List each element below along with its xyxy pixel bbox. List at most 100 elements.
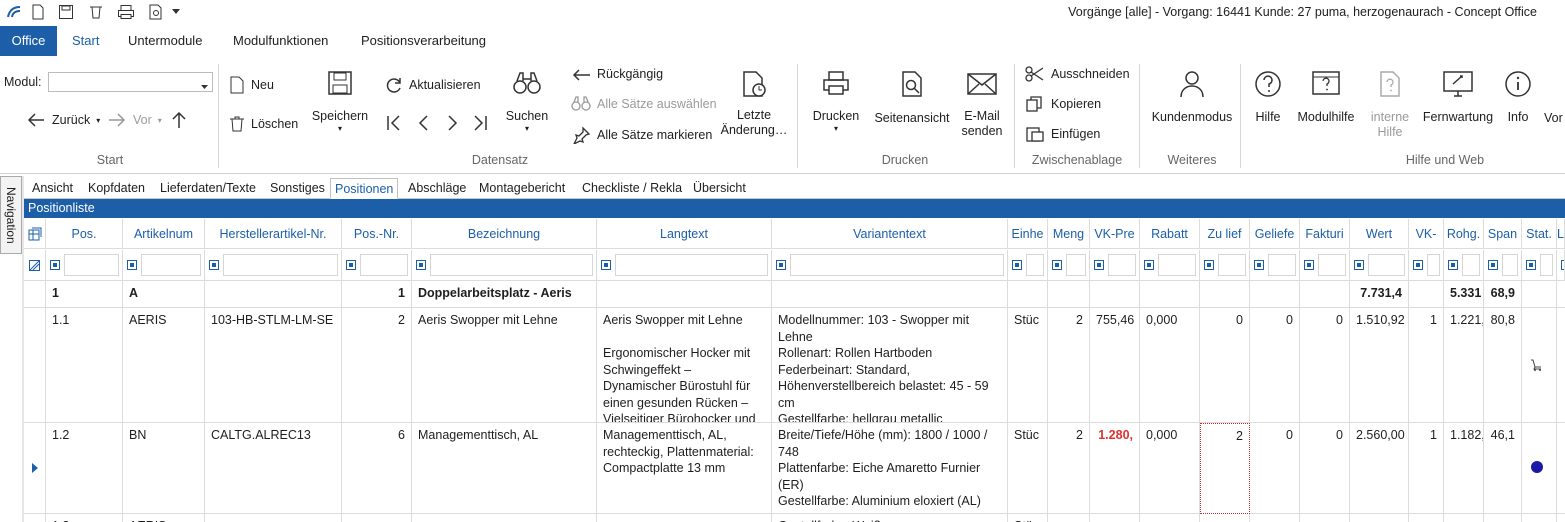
filter-input[interactable] xyxy=(141,254,201,276)
tab-sonstiges[interactable]: Sonstiges xyxy=(266,178,329,199)
copy-button[interactable]: Kopieren xyxy=(1025,96,1101,112)
grid-cell-pos-nr[interactable]: 6 xyxy=(342,423,412,514)
filter-input[interactable] xyxy=(1502,254,1518,276)
filter-operator-icon[interactable] xyxy=(127,260,137,270)
search-button[interactable]: Suchen ▾ xyxy=(502,70,552,134)
grid-cell-geliefert[interactable]: 0 xyxy=(1250,308,1300,423)
grid-cell-herstellerartikel-nr[interactable] xyxy=(205,281,342,308)
first-record-icon[interactable] xyxy=(386,114,402,132)
tab-positionsverarbeitung[interactable]: Positionsverarbeitung xyxy=(349,26,498,56)
info-button[interactable]: Info xyxy=(1502,70,1534,125)
last-changes-button[interactable]: Letzte Änderung… xyxy=(718,70,790,138)
filter-input[interactable] xyxy=(1268,254,1296,276)
print-icon[interactable] xyxy=(116,3,136,21)
column-header-wert[interactable]: Wert xyxy=(1350,219,1409,249)
grid-cell-vk-preis[interactable]: 755,46 xyxy=(1090,308,1140,423)
grid-cell-pos[interactable]: 1.3 xyxy=(46,514,123,522)
delete-icon[interactable] xyxy=(86,3,106,21)
filter-operator-icon[interactable] xyxy=(1448,260,1458,270)
new-doc-icon[interactable] xyxy=(28,3,48,21)
refresh-button[interactable]: Aktualisieren xyxy=(385,76,481,94)
filter-input[interactable] xyxy=(1066,254,1086,276)
tab-checkliste[interactable]: Checkliste / Rekla xyxy=(578,178,686,199)
grid-cell-vk-preis[interactable] xyxy=(1090,514,1140,522)
grid-cell-status[interactable] xyxy=(1522,281,1557,308)
filter-input[interactable] xyxy=(1218,254,1246,276)
grid-cell-vk-einheit[interactable]: 1 xyxy=(1409,308,1444,423)
tab-kopfdaten[interactable]: Kopfdaten xyxy=(84,178,149,199)
column-header-fakturiert[interactable]: Fakturi xyxy=(1300,219,1350,249)
grid-cell-bezeichnung[interactable]: Doppelarbeitsplatz - Aeris xyxy=(412,281,597,308)
grid-cell-pos[interactable]: 1.1 xyxy=(46,308,123,423)
grid-cell-einheit[interactable] xyxy=(1008,281,1048,308)
filter-operator-icon[interactable] xyxy=(1254,260,1264,270)
modul-select[interactable] xyxy=(48,72,213,92)
filter-input[interactable] xyxy=(1318,254,1346,276)
filter-operator-icon[interactable] xyxy=(1413,260,1423,270)
filter-operator-icon[interactable] xyxy=(1012,260,1022,270)
filter-operator-icon[interactable] xyxy=(50,260,60,270)
filter-operator-icon[interactable] xyxy=(1052,260,1062,270)
column-header-menge[interactable]: Meng xyxy=(1048,219,1090,249)
grid-cell-rohgewinn[interactable]: 1.221, xyxy=(1444,308,1484,423)
remote-maintenance-button[interactable]: Fernwartung xyxy=(1420,70,1496,125)
grid-cell-geliefert[interactable] xyxy=(1250,514,1300,522)
grid-cell-fakturiert[interactable]: 0 xyxy=(1300,423,1350,514)
column-header-langtext[interactable]: Langtext xyxy=(597,219,772,249)
mark-all-button[interactable]: Alle Sätze markieren xyxy=(571,126,712,144)
grid-cell-menge[interactable] xyxy=(1048,514,1090,522)
tab-modulfunktionen[interactable]: Modulfunktionen xyxy=(221,26,340,56)
filter-input[interactable] xyxy=(615,254,768,276)
grid-cell-geliefert[interactable] xyxy=(1250,281,1300,308)
filter-operator-icon[interactable] xyxy=(776,260,786,270)
new-button[interactable]: Neu xyxy=(229,76,274,94)
filter-input[interactable] xyxy=(64,254,119,276)
grid-cell-vk-einheit[interactable] xyxy=(1409,514,1444,522)
tab-uebersicht[interactable]: Übersicht xyxy=(689,178,750,199)
internal-help-button[interactable]: interne Hilfe xyxy=(1364,70,1416,140)
more-button[interactable]: Vor xyxy=(1544,111,1565,126)
filter-operator-icon[interactable] xyxy=(416,260,426,270)
help-button[interactable]: Hilfe xyxy=(1250,70,1286,125)
filter-input[interactable] xyxy=(1427,254,1440,276)
grid-cell-fakturiert[interactable] xyxy=(1300,281,1350,308)
forward-button[interactable]: Vor ▾ xyxy=(107,112,162,128)
column-header-einheit[interactable]: Einhe xyxy=(1008,219,1048,249)
delete-button[interactable]: Löschen xyxy=(229,115,298,133)
print-button[interactable]: Drucken ▾ xyxy=(808,70,864,134)
grid-cell-variantentext[interactable]: Modellnummer: 103 - Swopper mit Lehne Ro… xyxy=(772,308,1008,423)
grid-cell-vk-einheit[interactable] xyxy=(1409,281,1444,308)
grid-cell-l[interactable] xyxy=(1557,514,1565,522)
navigation-tab[interactable]: Navigation xyxy=(0,176,22,254)
grid-cell-geliefert[interactable]: 0 xyxy=(1250,423,1300,514)
grid-cell-l[interactable] xyxy=(1557,281,1565,308)
grid-cell-variantentext[interactable]: Gestellfarbe: Weiß xyxy=(772,514,1008,522)
column-header-l[interactable]: L xyxy=(1557,219,1565,249)
filter-operator-icon[interactable] xyxy=(346,260,356,270)
column-header-geliefert[interactable]: Geliefe xyxy=(1250,219,1300,249)
grid-cell-wert[interactable] xyxy=(1350,514,1409,522)
tab-abschlaege[interactable]: Abschläge xyxy=(404,178,470,199)
column-header-rabatt[interactable]: Rabatt xyxy=(1140,219,1200,249)
filter-input[interactable] xyxy=(430,254,593,276)
grid-cell-menge[interactable]: 2 xyxy=(1048,308,1090,423)
column-header-variantentext[interactable]: Variantentext xyxy=(772,219,1008,249)
preview-icon[interactable] xyxy=(146,3,166,21)
filter-operator-icon[interactable] xyxy=(1561,260,1564,270)
tab-montagebericht[interactable]: Montagebericht xyxy=(475,178,569,199)
grid-cell-status[interactable] xyxy=(1522,514,1557,522)
grid-cell-fakturiert[interactable] xyxy=(1300,514,1350,522)
grid-cell-zu-liefern[interactable] xyxy=(1200,281,1250,308)
grid-cell-artikelnummer[interactable]: A xyxy=(123,281,205,308)
grid-cell-wert[interactable]: 7.731,4 xyxy=(1350,281,1409,308)
select-all-button[interactable]: Alle Sätze auswählen xyxy=(571,96,717,112)
grid-cell-spanne[interactable] xyxy=(1484,514,1522,522)
arrow-up-icon[interactable] xyxy=(170,111,188,129)
filter-operator-icon[interactable] xyxy=(1488,260,1498,270)
qat-dropdown-icon[interactable] xyxy=(170,3,182,21)
grid-cell-rohgewinn[interactable] xyxy=(1444,514,1484,522)
grid-cell-vk-preis[interactable]: 1.280, xyxy=(1090,423,1140,514)
grid-cell-artikelnummer[interactable]: AERIS xyxy=(123,514,205,522)
grid-cell-spanne[interactable]: 80,8 xyxy=(1484,308,1522,423)
grid-cell-pos-nr[interactable]: 2 xyxy=(342,308,412,423)
